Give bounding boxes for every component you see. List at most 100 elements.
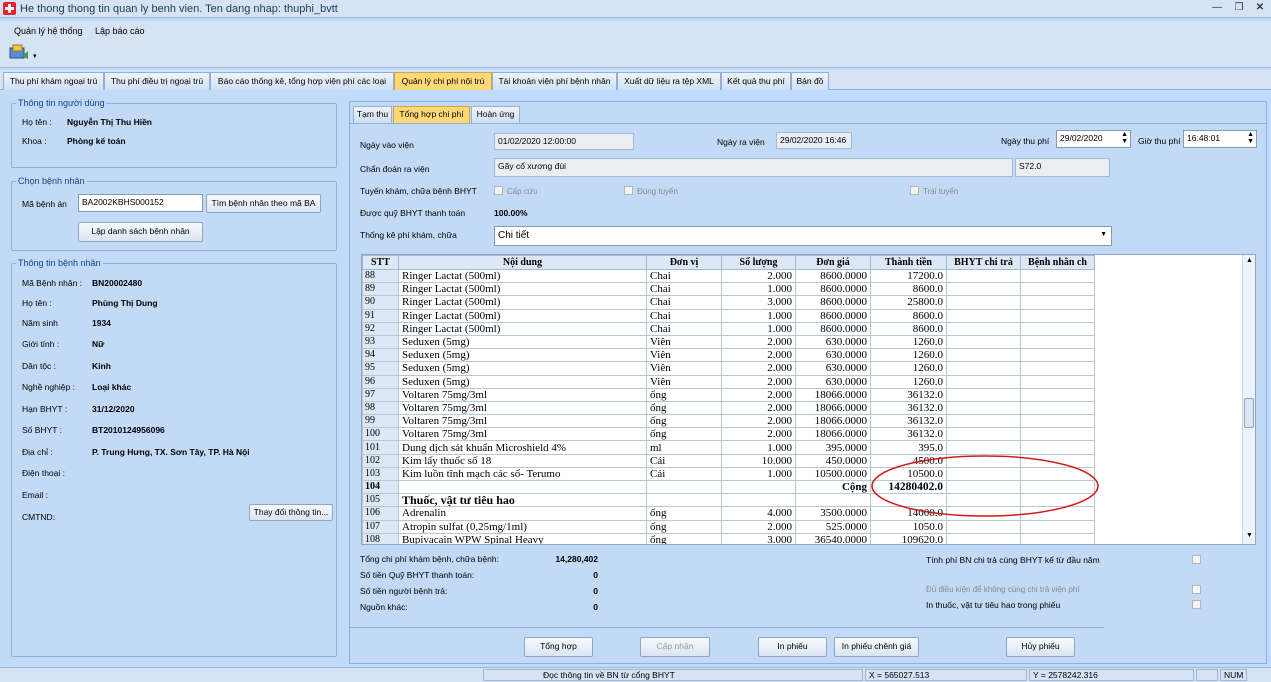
option-print-supplies-checkbox[interactable] (1192, 600, 1201, 609)
grid-column-header[interactable]: Thành tiền (870, 255, 947, 270)
grid-cell[interactable]: 1260.0 (870, 374, 947, 389)
grid-cell[interactable]: 630.0000 (795, 374, 871, 389)
grid-cell[interactable]: 99 (362, 414, 399, 429)
grid-cell[interactable] (946, 427, 1021, 442)
stat-select[interactable]: Chi tiết ▼ (494, 226, 1112, 246)
grid-cell[interactable] (1020, 414, 1095, 429)
grid-cell[interactable]: 89 (362, 282, 399, 297)
search-record-button[interactable]: Tìm bệnh nhân theo mã BA (206, 194, 321, 213)
table-row[interactable]: 98 Voltaren 75mg/3ml ống 2.000 18066.0000 361… (362, 400, 1095, 416)
grid-cell[interactable]: Seduxen (5mg) (398, 361, 647, 376)
grid-cell[interactable]: ống (646, 519, 722, 534)
tool-icon[interactable] (8, 42, 30, 62)
grid-cell[interactable]: 2.000 (721, 374, 796, 389)
grid-cell[interactable] (946, 414, 1021, 429)
grid-cell[interactable]: 4.000 (721, 506, 796, 521)
tab-outpatient-exam[interactable]: Thu phí khám ngoại trú (3, 72, 104, 90)
grid-cell[interactable] (1020, 282, 1095, 297)
grid-cell[interactable]: Voltaren 75mg/3ml (398, 414, 647, 429)
option-cumulative-checkbox[interactable] (1192, 555, 1201, 564)
grid-cell[interactable]: 3.000 (721, 295, 796, 310)
grid-cell[interactable]: 96 (362, 374, 399, 389)
grid-cell[interactable]: 92 (362, 321, 399, 336)
record-input[interactable]: BA2002KBHS000152 (78, 194, 203, 212)
grid-cell[interactable] (946, 387, 1021, 402)
grid-cell[interactable]: Atropin sulfat (0,25mg/1ml) (398, 519, 647, 534)
grid-cell[interactable]: 630.0000 (795, 361, 871, 376)
restore-icon[interactable]: ❐ (1230, 1, 1248, 15)
grid-cell[interactable]: 94 (362, 348, 399, 363)
emergency-checkbox[interactable] (494, 186, 503, 195)
grid-cell[interactable]: 2.000 (721, 334, 796, 350)
grid-cell[interactable]: 2.000 (721, 519, 796, 534)
grid-cell[interactable]: 8600.0000 (795, 308, 871, 323)
grid-cell[interactable] (1020, 334, 1095, 350)
grid-cell[interactable] (1020, 387, 1095, 402)
tab-export-xml[interactable]: Xuất dữ liệu ra tệp XML (617, 72, 721, 90)
grid-cell[interactable]: Thuốc, vật tư tiêu hao (398, 493, 647, 508)
grid-cell[interactable]: 95 (362, 361, 399, 376)
grid-cell[interactable] (1020, 321, 1095, 336)
cancel-receipt-button[interactable]: Hủy phiếu (1006, 637, 1075, 657)
menu-reports[interactable]: Lập báo cáo (95, 26, 145, 36)
grid-cell[interactable]: 88 (362, 268, 399, 284)
grid-cell[interactable]: 10.000 (721, 453, 796, 468)
grid-column-header[interactable]: STT (362, 255, 399, 270)
grid-cell[interactable]: Viên (646, 348, 722, 363)
grid-cell[interactable]: 100 (362, 427, 399, 442)
tab-advance[interactable]: Tạm thu (353, 106, 392, 123)
grid-cell[interactable]: ống (646, 414, 722, 429)
grid-cell[interactable] (795, 493, 871, 508)
grid-cell[interactable] (946, 334, 1021, 350)
print-button[interactable]: In phiếu (758, 637, 827, 657)
grid-cell[interactable] (1020, 374, 1095, 389)
grid-cell[interactable]: 8600.0 (870, 308, 947, 323)
grid-cell[interactable] (1020, 361, 1095, 376)
grid-cell[interactable] (1020, 348, 1095, 363)
grid-cell[interactable]: Chai (646, 268, 722, 284)
grid-cell[interactable]: 1050.0 (870, 519, 947, 534)
grid-cell[interactable]: 36132.0 (870, 414, 947, 429)
grid-cell[interactable]: Kim luồn tĩnh mạch các số- Terumo (398, 466, 647, 482)
table-row[interactable]: 100 Voltaren 75mg/3ml ống 2.000 18066.0000 36… (362, 427, 1095, 442)
grid-cell[interactable]: 36132.0 (870, 400, 947, 416)
grid-column-header[interactable]: Đơn vị (646, 255, 722, 270)
grid-cell[interactable]: 25800.0 (870, 295, 947, 310)
grid-column-header[interactable]: Đơn giá (795, 255, 871, 270)
grid-cell[interactable] (946, 400, 1021, 416)
grid-cell[interactable]: 3500.0000 (795, 506, 871, 521)
grid-cell[interactable]: Kim lấy thuốc số 18 (398, 453, 647, 468)
grid-cell[interactable]: Voltaren 75mg/3ml (398, 427, 647, 442)
grid-cell[interactable]: 93 (362, 334, 399, 350)
table-row[interactable]: 97 Voltaren 75mg/3ml ống 2.000 18066.0000 361… (362, 387, 1095, 402)
grid-column-header[interactable]: Bệnh nhân ch (1020, 255, 1095, 270)
scroll-up-icon[interactable]: ▲ (1246, 257, 1253, 264)
grid-cell[interactable] (1020, 532, 1095, 544)
grid-cell[interactable]: 630.0000 (795, 348, 871, 363)
summarize-button[interactable]: Tổng hợp (524, 637, 593, 657)
grid-cell[interactable]: 8600.0000 (795, 295, 871, 310)
grid-cell[interactable]: 1.000 (721, 282, 796, 297)
grid-cell[interactable]: 105 (362, 493, 399, 508)
grid-cell[interactable]: 10500.0000 (795, 466, 871, 482)
tab-outpatient-treatment[interactable]: Thu phí điều trị ngoại trú (104, 72, 210, 90)
grid-cell[interactable]: Bupivacain WPW Spinal Heavy (398, 532, 647, 544)
grid-cell[interactable]: 1.000 (721, 321, 796, 336)
grid-cell[interactable] (398, 479, 647, 495)
grid-cell[interactable] (946, 321, 1021, 336)
grid-cell[interactable]: 1.000 (721, 308, 796, 323)
grid-cell[interactable]: Cái (646, 453, 722, 468)
grid-cell[interactable]: 1.000 (721, 466, 796, 482)
grid-cell[interactable]: Ringer Lactat (500ml) (398, 268, 647, 284)
option-exempt-checkbox[interactable] (1192, 585, 1201, 594)
grid-cell[interactable]: ống (646, 506, 722, 521)
grid-cell[interactable]: Viên (646, 334, 722, 350)
grid-cell[interactable]: 106 (362, 506, 399, 521)
grid-cell[interactable]: 8600.0000 (795, 268, 871, 284)
grid-cell[interactable]: Voltaren 75mg/3ml (398, 387, 647, 402)
grid-cell[interactable]: Seduxen (5mg) (398, 374, 647, 389)
grid-cell[interactable] (721, 479, 796, 495)
close-icon[interactable]: ✕ (1251, 1, 1269, 15)
grid-cell[interactable]: Dung dịch sát khuẩn Microshield 4% (398, 440, 647, 455)
grid-cell[interactable]: 18066.0000 (795, 387, 871, 402)
